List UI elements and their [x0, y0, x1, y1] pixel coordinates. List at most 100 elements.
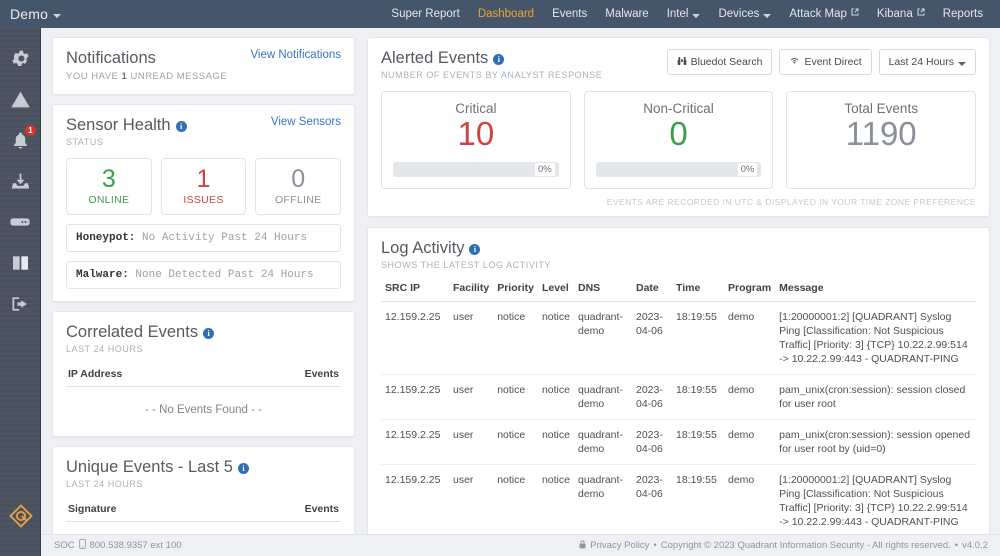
log-cell-message: pam_unix(cron:session): session closed f…: [775, 374, 976, 420]
log-cell-time: 18:19:55: [671, 464, 724, 538]
log-cell-src-ip: 12.159.2.25: [381, 464, 449, 538]
info-icon[interactable]: i: [175, 121, 187, 132]
nav-item-malware[interactable]: Malware: [596, 2, 657, 26]
sensor-health-subtitle: STATUS: [66, 137, 104, 147]
sensor-tile-offline[interactable]: 0 OFFLINE: [255, 158, 342, 215]
info-icon[interactable]: i: [203, 328, 215, 339]
logout-icon[interactable]: [8, 292, 32, 316]
log-cell-priority: notice: [493, 419, 538, 465]
nav-item-events[interactable]: Events: [543, 2, 596, 26]
view-notifications-link[interactable]: View Notifications: [250, 49, 341, 61]
sensor-health-card: Sensor Health i STATUS View Sensors 3 ONL…: [52, 104, 355, 302]
log-cell-dns: quadrant-demo: [573, 419, 632, 465]
correlated-events-empty: - - No Events Found - -: [145, 404, 262, 416]
log-cell-facility: user: [449, 464, 494, 538]
book-icon[interactable]: [8, 251, 32, 275]
notifications-subtitle: YOU HAVE 1 UNREAD MESSAGE: [66, 71, 227, 82]
info-icon[interactable]: i: [493, 54, 505, 65]
nav-item-label: Devices: [718, 8, 760, 20]
nav-item-kibana[interactable]: Kibana: [868, 2, 934, 26]
log-column-header[interactable]: Date: [631, 282, 672, 302]
alerted-events-metrics: Critical 10 0% Non-Critical 0 0% Total Events 1…: [381, 91, 977, 189]
metric-value: 0: [669, 115, 688, 152]
lock-icon: [579, 540, 586, 552]
bluedot-search-label: Bluedot Search: [690, 56, 763, 68]
phone-icon: [78, 539, 86, 552]
event-direct-button[interactable]: Event Direct: [779, 49, 872, 75]
log-column-header[interactable]: Level: [537, 282, 574, 302]
info-icon[interactable]: i: [469, 244, 481, 255]
privacy-policy-link[interactable]: Privacy Policy: [590, 540, 649, 551]
table-row[interactable]: 12.159.2.25 user notice notice quadrant-demo…: [381, 419, 976, 465]
metric-caption: Non-Critical: [643, 101, 714, 116]
log-column-header[interactable]: Time: [671, 282, 724, 302]
log-column-header[interactable]: Program: [723, 282, 776, 302]
brand-menu[interactable]: Demo: [0, 6, 62, 22]
warning-triangle-icon[interactable]: [8, 87, 32, 111]
log-cell-priority: notice: [493, 301, 538, 375]
metric-caption: Total Events: [844, 101, 918, 116]
external-link-icon: [851, 8, 859, 18]
footer-soc: SOC 800.538.9357 ext 100: [54, 539, 182, 552]
log-column-header[interactable]: Facility: [449, 282, 494, 302]
log-column-header[interactable]: Priority: [493, 282, 538, 302]
metric-percent: 0%: [737, 163, 758, 176]
dashboard-content: Notifications YOU HAVE 1 UNREAD MESSAGE …: [41, 28, 1000, 556]
nav-item-label: Reports: [942, 8, 983, 20]
time-range-dropdown[interactable]: Last 24 Hours: [878, 49, 976, 75]
metric-total-events[interactable]: Total Events 1190: [786, 91, 977, 189]
log-cell-facility: user: [449, 419, 494, 465]
log-cell-date: 2023-04-06: [631, 464, 672, 538]
sensor-tile-online[interactable]: 3 ONLINE: [66, 158, 152, 215]
correlated-events-subtitle: LAST 24 HOURS: [66, 344, 144, 354]
metric-value: 10: [457, 115, 495, 152]
table-row[interactable]: 12.159.2.25 user notice notice quadrant-demo…: [381, 374, 976, 420]
notifications-title: Notifications: [66, 49, 156, 67]
log-cell-date: 2023-04-06: [631, 301, 672, 375]
sensor-strips: Honeypot: No Activity Past 24 Hours Malwa…: [66, 224, 341, 289]
log-column-header[interactable]: DNS: [573, 282, 632, 302]
nav-item-attack-map[interactable]: Attack Map: [780, 2, 868, 26]
alerted-events-card: Alerted Events i NUMBER OF EVENTS BY ANA…: [367, 37, 990, 217]
nav-item-label: Intel: [666, 8, 689, 20]
correlated-col-ip: IP Address: [68, 368, 123, 380]
sensor-tile-label: ISSUES: [183, 194, 224, 206]
view-sensors-link[interactable]: View Sensors: [271, 116, 341, 128]
correlated-events-title-text: Correlated Events: [66, 323, 199, 341]
sensor-tile-value: 0: [291, 165, 306, 193]
bell-icon[interactable]: 1: [8, 125, 36, 152]
log-activity-body: 12.159.2.25 user notice notice quadrant-demo…: [381, 301, 976, 538]
nav-item-super-report[interactable]: Super Report: [382, 2, 468, 26]
unique-col-signature: Signature: [68, 503, 117, 515]
footer-copyright: Copyright © 2023 Quadrant Information Se…: [660, 540, 951, 551]
nav-item-intel[interactable]: Intel: [658, 2, 710, 26]
nav-item-devices[interactable]: Devices: [709, 2, 780, 26]
log-cell-level: notice: [537, 464, 574, 538]
bluedot-search-button[interactable]: Bluedot Search: [666, 49, 773, 75]
chevron-down-icon: [958, 61, 966, 66]
nav-item-dashboard[interactable]: Dashboard: [469, 2, 543, 26]
log-column-header[interactable]: Message: [775, 282, 976, 302]
quadrant-logo-icon[interactable]: [9, 504, 33, 528]
correlated-col-events: Events: [304, 368, 339, 380]
log-cell-message: pam_unix(cron:session): session opened f…: [775, 419, 976, 465]
log-cell-time: 18:19:55: [671, 419, 724, 465]
sensor-tile-label: OFFLINE: [274, 194, 322, 206]
sensor-strip-value: No Activity Past 24 Hours: [142, 232, 308, 244]
nav-item-reports[interactable]: Reports: [934, 2, 992, 26]
notifications-sub-pre: YOU HAVE: [66, 71, 122, 82]
log-column-header[interactable]: SRC IP: [381, 282, 449, 302]
page-footer: SOC 800.538.9357 ext 100 Privacy Policy …: [41, 534, 1000, 556]
log-cell-time: 18:19:55: [671, 374, 724, 420]
table-row[interactable]: 12.159.2.25 user notice notice quadrant-demo…: [381, 301, 976, 375]
download-icon[interactable]: [8, 169, 32, 193]
metric-non-critical[interactable]: Non-Critical 0 0%: [583, 91, 774, 189]
metric-critical[interactable]: Critical 10 0%: [381, 91, 571, 189]
gear-icon[interactable]: [8, 46, 32, 70]
metric-caption: Critical: [455, 101, 497, 116]
table-row[interactable]: 12.159.2.25 user notice notice quadrant-demo…: [381, 464, 976, 538]
server-icon[interactable]: [8, 210, 32, 234]
sensor-tile-issues[interactable]: 1 ISSUES: [160, 158, 247, 215]
sensor-status-tiles: 3 ONLINE 1 ISSUES 0 OFFLINE: [66, 158, 342, 215]
info-icon[interactable]: i: [237, 463, 249, 474]
